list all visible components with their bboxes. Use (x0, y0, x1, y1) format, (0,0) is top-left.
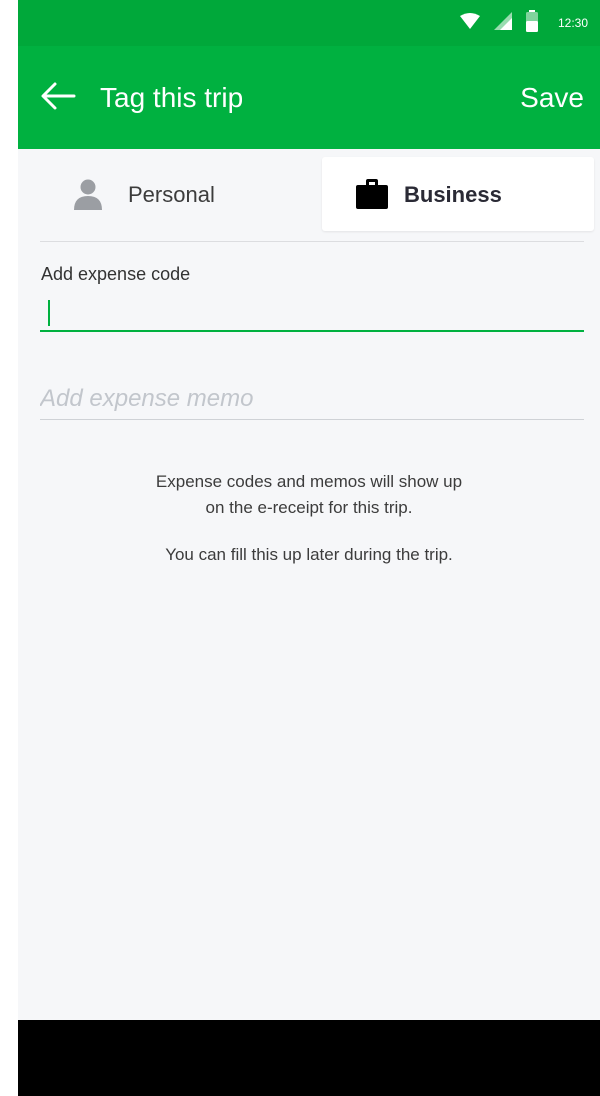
arrow-left-icon (40, 81, 76, 116)
status-time: 12:30 (557, 16, 588, 30)
business-label: Business (404, 182, 502, 207)
info-text-line-1: Expense codes and memos will show up (155, 472, 463, 491)
status-icons: 12:30 (459, 9, 588, 37)
wifi-icon (459, 12, 480, 34)
page-title: Tag this trip (100, 82, 244, 113)
save-button[interactable]: Save (520, 80, 584, 116)
person-icon (72, 178, 104, 210)
info-text-line-3: You can fill this up later during the tr… (165, 545, 453, 564)
app-screen: 12:30 Tag this trip Save Personal Busine… (18, 0, 600, 1096)
app-bar: Tag this trip Save (18, 46, 600, 149)
text-cursor (48, 300, 50, 326)
info-text-line-2: on the e-receipt for this trip. (205, 498, 413, 517)
expense-code-input[interactable] (40, 292, 584, 332)
battery-icon (525, 9, 538, 37)
expense-code-label: Add expense code (41, 264, 191, 284)
back-button[interactable] (38, 78, 78, 118)
briefcase-icon (356, 179, 388, 209)
expense-memo-input[interactable] (40, 378, 584, 420)
personal-option[interactable]: Personal (40, 156, 320, 232)
navigation-bar (18, 1020, 600, 1096)
trip-type-toggle: Personal Business (40, 156, 594, 232)
personal-label: Personal (128, 182, 215, 207)
business-option[interactable]: Business (322, 157, 594, 231)
divider (40, 241, 584, 242)
status-bar: 12:30 (18, 0, 600, 46)
signal-icon (493, 11, 512, 35)
